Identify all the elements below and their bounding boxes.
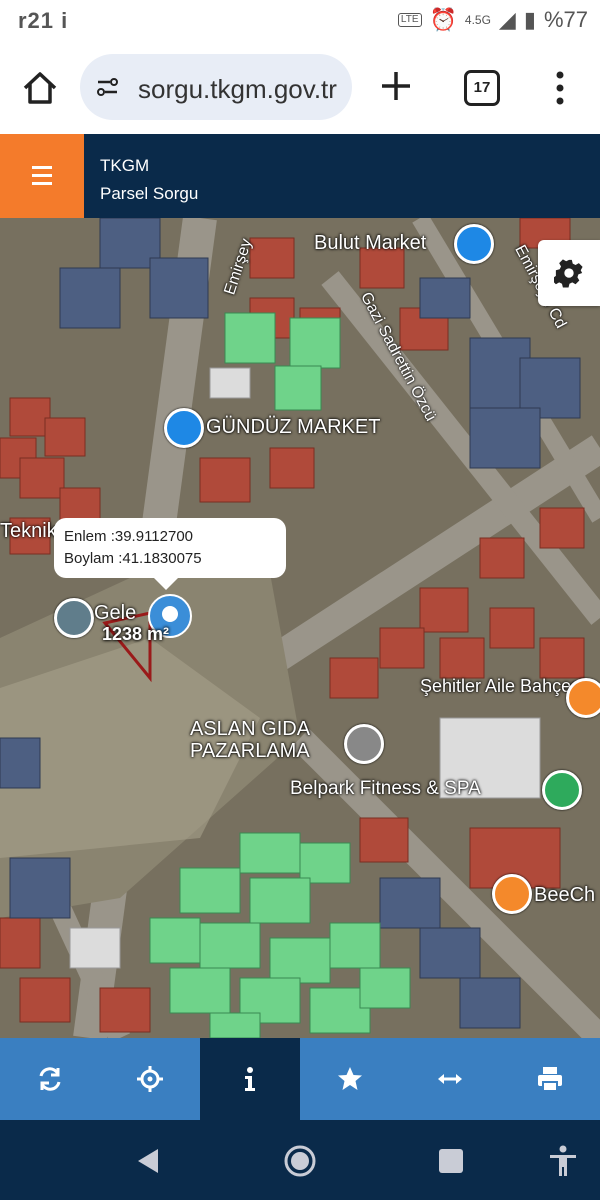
longitude-value: :41.1830075 xyxy=(118,550,202,567)
print-icon xyxy=(538,1067,562,1092)
gear-icon xyxy=(554,259,583,288)
status-time: r21 i xyxy=(18,8,69,33)
site-settings-icon[interactable] xyxy=(96,76,118,98)
locate-button[interactable] xyxy=(100,1038,200,1120)
map-label-teknik: Teknik xyxy=(0,520,57,542)
tab-switcher-button[interactable]: 17 xyxy=(464,70,500,106)
locate-icon xyxy=(137,1066,163,1092)
hamburger-icon xyxy=(32,166,52,169)
latitude-label: Enlem xyxy=(64,528,107,545)
home-nav-icon[interactable] xyxy=(283,1144,317,1178)
satellite-map[interactable]: Bulut Market GÜNDÜZ MARKET Emirşey Gazi … xyxy=(0,218,600,1038)
system-navigation-bar xyxy=(0,1120,600,1200)
area-measurement: 1238 m² xyxy=(102,624,170,644)
shop-poi-icon[interactable] xyxy=(164,408,204,448)
latitude-row: Enlem :39.9112700 xyxy=(64,526,276,548)
fitness-poi-icon[interactable] xyxy=(542,770,582,810)
cafe-poi-icon[interactable] xyxy=(566,678,600,718)
star-icon xyxy=(338,1067,362,1090)
map-label-gunduz-market: GÜNDÜZ MARKET xyxy=(206,416,381,438)
map-settings-button[interactable] xyxy=(538,240,600,306)
info-icon xyxy=(245,1067,255,1091)
longitude-label: Boylam xyxy=(64,550,115,567)
coordinate-popup: Enlem :39.9112700 Boylam :41.1830075 xyxy=(54,518,286,590)
hamburger-icon-line xyxy=(32,174,52,177)
map-label-beech: BeeCh xyxy=(534,884,596,906)
info-button[interactable] xyxy=(200,1038,300,1120)
battery-level: %77 xyxy=(543,7,588,32)
browser-toolbar: sorgu.tkgm.gov.tr 17 xyxy=(0,40,600,134)
bottom-toolbar xyxy=(0,1038,600,1120)
lte-icon: LTE xyxy=(397,13,422,27)
more-options-icon[interactable] xyxy=(552,70,568,106)
latitude-value: :39.9112700 xyxy=(110,528,194,545)
map-label-gele: Gele xyxy=(94,602,137,624)
url-text: sorgu.tkgm.gov.tr xyxy=(138,74,337,104)
signal-icon: ◢ xyxy=(498,7,516,32)
refresh-icon xyxy=(39,1067,61,1091)
map-label-fitness: Belpark Fitness & SPA xyxy=(290,778,481,799)
address-bar[interactable]: sorgu.tkgm.gov.tr xyxy=(80,54,352,120)
battery-icon: ▮ xyxy=(523,7,536,32)
app-subtitle: Parsel Sorgu xyxy=(100,184,199,203)
app-title: TKGM xyxy=(100,156,150,175)
map-label-aile-bahcesi: Şehitler Aile Bahçesi xyxy=(420,676,585,696)
longitude-row: Boylam :41.1830075 xyxy=(64,548,276,570)
network-type: 4.5G xyxy=(464,13,491,27)
status-icons: LTE ⏰ 4.5G ◢ ▮ %77 xyxy=(397,7,588,33)
school-poi-icon[interactable] xyxy=(54,598,94,638)
new-tab-icon[interactable] xyxy=(378,68,414,104)
favorite-button[interactable] xyxy=(300,1038,400,1120)
home-icon[interactable] xyxy=(20,68,60,108)
menu-button[interactable] xyxy=(0,134,84,218)
food-poi-icon[interactable] xyxy=(492,874,532,914)
store-poi-icon[interactable] xyxy=(344,724,384,764)
accessibility-icon[interactable] xyxy=(546,1144,580,1178)
measure-button[interactable] xyxy=(400,1038,500,1120)
print-button[interactable] xyxy=(500,1038,600,1120)
app-header: TKGM Parsel Sorgu xyxy=(0,134,600,218)
shop-poi-icon[interactable] xyxy=(454,224,494,264)
marker-dot xyxy=(162,606,178,622)
map-label-bulut-market: Bulut Market xyxy=(314,232,427,254)
alarm-icon: ⏰ xyxy=(429,7,457,32)
recents-icon[interactable] xyxy=(434,1144,468,1178)
map-label-aslan-gida: ASLAN GIDA PAZARLAMA xyxy=(190,718,310,762)
hamburger-icon-line xyxy=(32,182,52,185)
status-bar: r21 i LTE ⏰ 4.5G ◢ ▮ %77 xyxy=(0,0,600,40)
refresh-button[interactable] xyxy=(0,1038,100,1120)
measure-icon xyxy=(438,1074,462,1084)
back-icon[interactable] xyxy=(132,1144,166,1178)
